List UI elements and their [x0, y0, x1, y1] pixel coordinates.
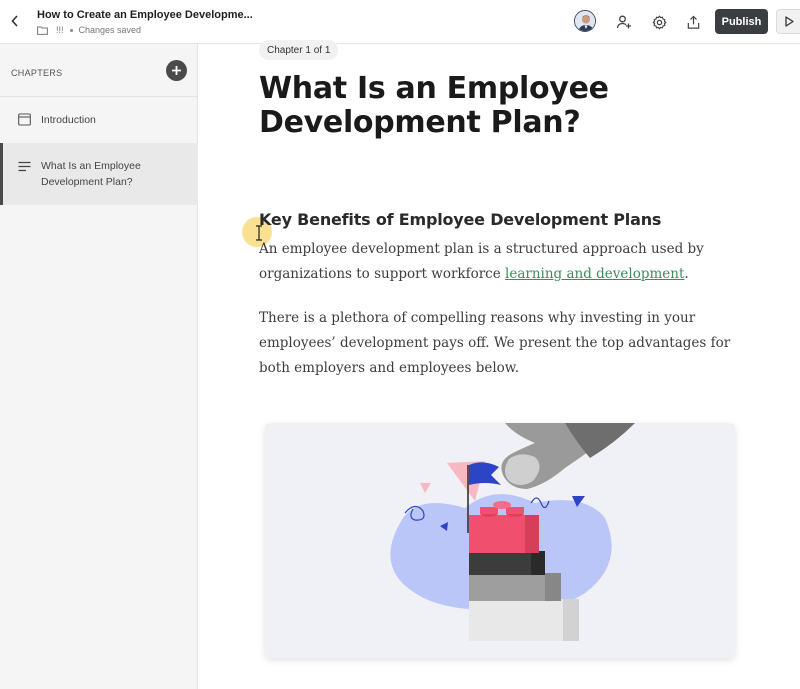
chapter-indicator: Chapter 1 of 1	[259, 40, 339, 60]
paragraph-text-end: .	[684, 266, 689, 282]
lego-flag-illustration	[390, 423, 635, 641]
chapter-title[interactable]: What Is an Employee Development Plan?	[259, 72, 679, 140]
gear-icon	[652, 15, 666, 29]
chevron-left-icon	[11, 15, 18, 27]
section-heading[interactable]: Key Benefits of Employee Development Pla…	[259, 210, 661, 229]
sidebar-item-label: What Is an Employee Development Plan?	[41, 160, 141, 188]
page-icon	[18, 113, 31, 126]
publish-button[interactable]: Publish	[715, 9, 768, 34]
document-title[interactable]: How to Create an Employee Developme...	[37, 9, 253, 21]
share-button[interactable]	[682, 11, 704, 33]
chapters-sidebar: CHAPTERS Introduction What Is an Employe…	[0, 44, 198, 689]
folder-icon[interactable]	[37, 26, 48, 35]
learning-development-link[interactable]: learning and development	[505, 266, 684, 282]
sidebar-item-employee-development-plan[interactable]: What Is an Employee Development Plan?	[0, 143, 198, 205]
document-meta: !!! Changes saved	[37, 25, 141, 35]
add-user-icon	[616, 15, 631, 29]
plus-icon	[172, 66, 181, 75]
save-status: Changes saved	[78, 25, 142, 35]
chapters-header: CHAPTERS	[0, 44, 198, 97]
add-collaborator-button[interactable]	[613, 11, 635, 33]
chapters-heading: CHAPTERS	[11, 68, 63, 78]
separator-dot	[69, 28, 73, 32]
folder-label[interactable]: !!!	[56, 25, 64, 35]
preview-button[interactable]	[776, 9, 800, 34]
avatar-portrait	[575, 11, 595, 31]
illustration-image[interactable]	[265, 423, 735, 658]
top-bar: How to Create an Employee Developme... !…	[0, 0, 800, 44]
settings-button[interactable]	[648, 11, 670, 33]
text-lines-icon	[18, 161, 31, 172]
add-chapter-button[interactable]	[166, 60, 187, 81]
paragraph-intro[interactable]: An employee development plan is a struct…	[259, 237, 739, 287]
share-icon	[687, 15, 699, 29]
paragraph-reasons[interactable]: There is a plethora of compelling reason…	[259, 306, 739, 381]
avatar[interactable]	[574, 10, 596, 32]
back-button[interactable]	[6, 10, 24, 32]
sidebar-item-introduction[interactable]: Introduction	[0, 97, 198, 143]
sidebar-item-label: Introduction	[41, 114, 96, 126]
play-icon	[785, 16, 794, 27]
